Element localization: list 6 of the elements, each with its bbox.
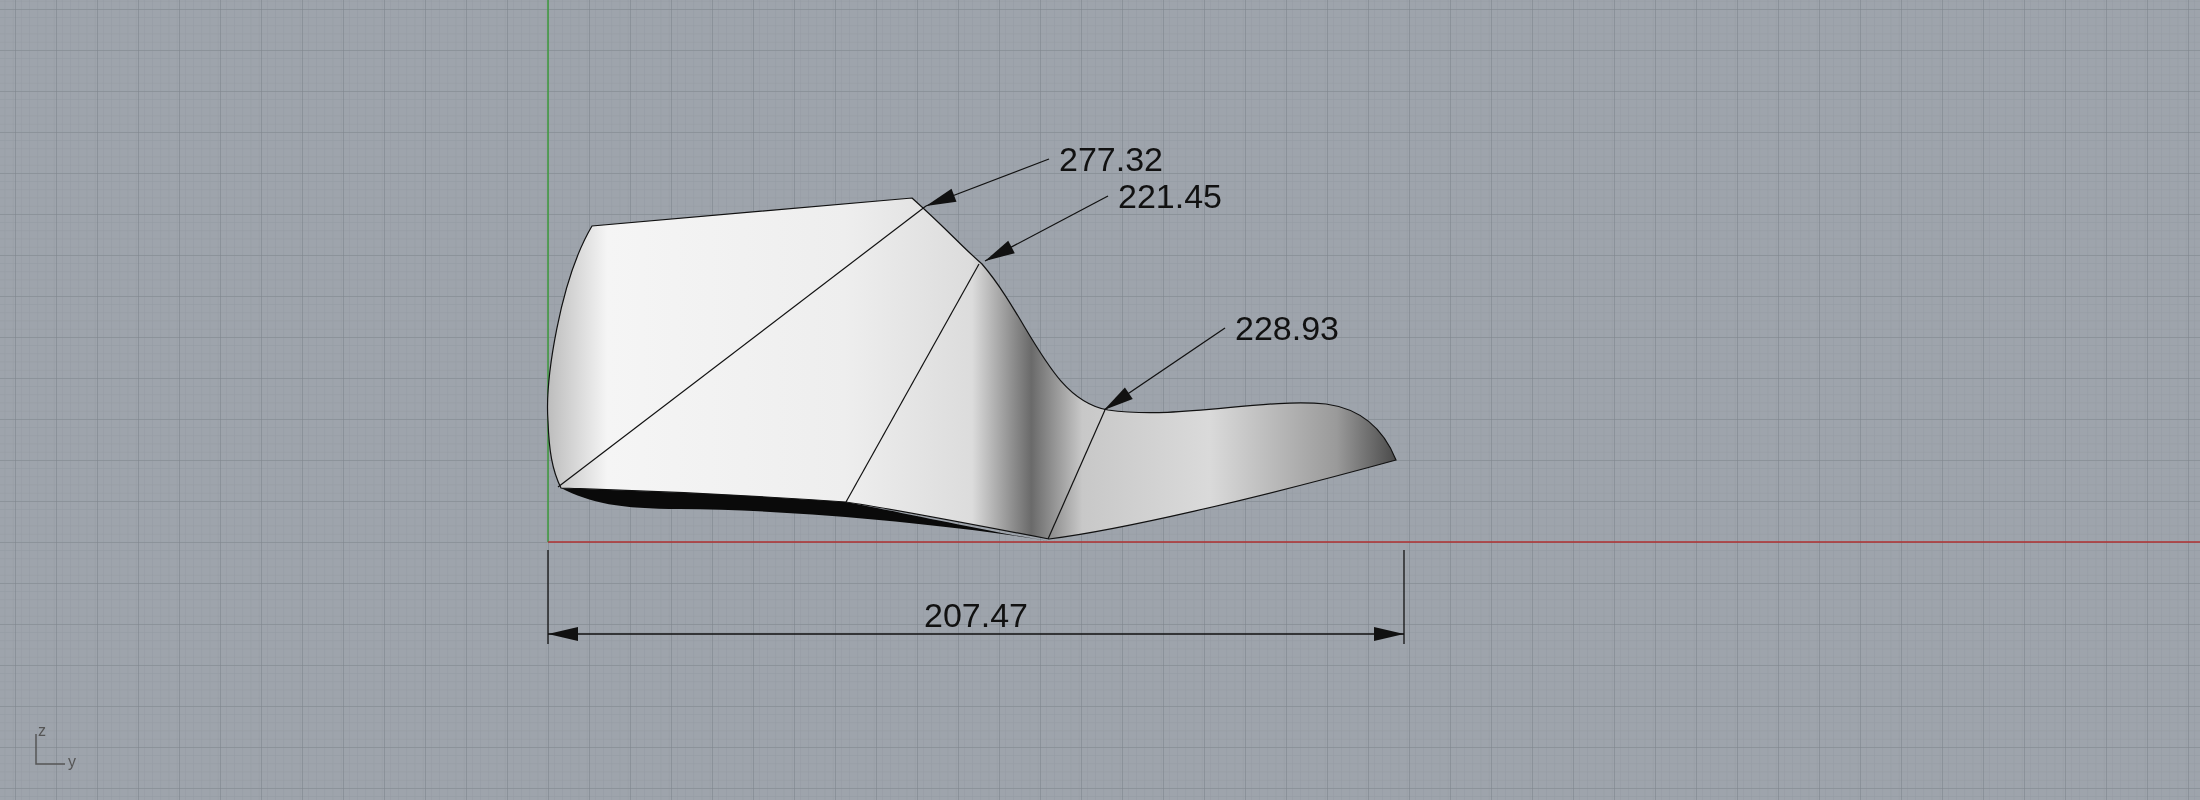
axis-label: y bbox=[68, 753, 76, 770]
dimension-label: 277.32 bbox=[1059, 140, 1163, 178]
dimension-label: 207.47 bbox=[924, 596, 1028, 634]
dimension-label: 228.93 bbox=[1235, 309, 1339, 347]
dimension-label: 221.45 bbox=[1118, 177, 1222, 215]
axis-label: z bbox=[38, 722, 46, 739]
